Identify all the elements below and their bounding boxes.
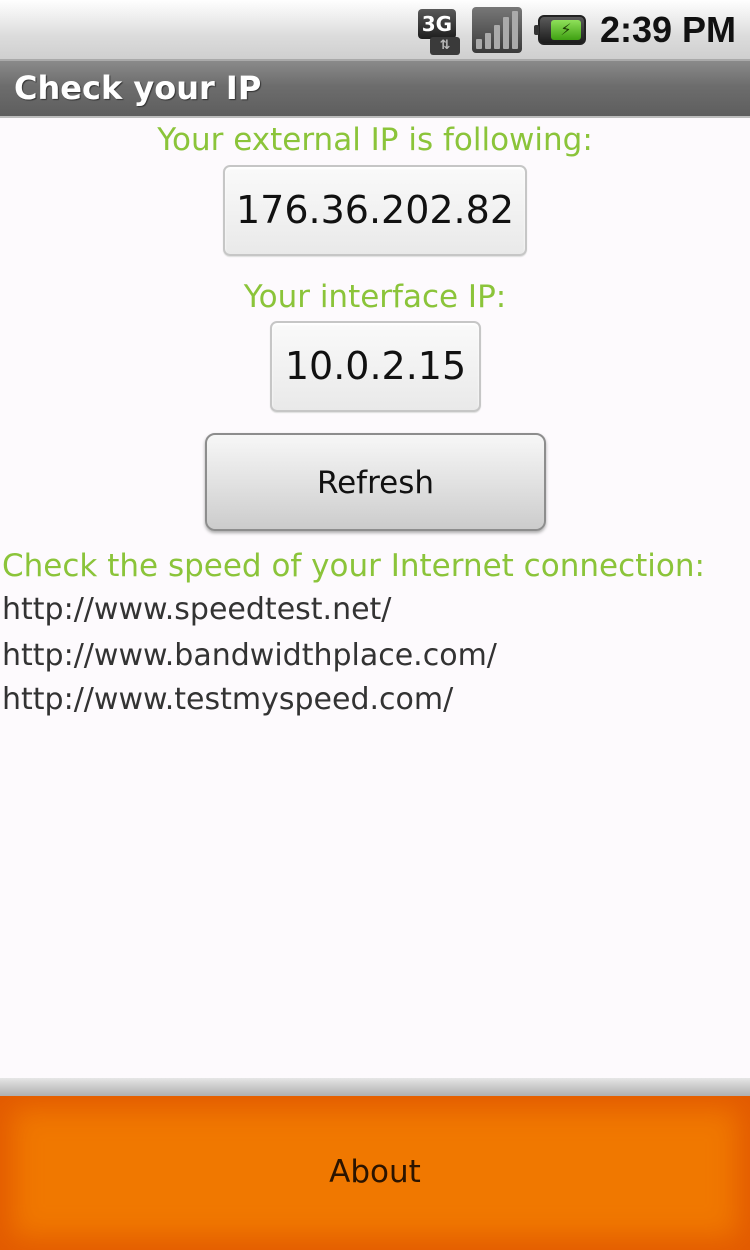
speed-test-heading: Check the speed of your Internet connect…	[2, 548, 705, 584]
about-button[interactable]: About	[0, 1096, 750, 1250]
screen: 3G ⇅ ⚡ 2:39 PM Check your IP Your extern…	[0, 0, 750, 1250]
app-title: Check your IP	[14, 69, 262, 107]
3g-network-icon: 3G ⇅	[417, 7, 464, 55]
bandwidthplace-link[interactable]: http://www.bandwidthplace.com/	[2, 638, 497, 673]
signal-strength-icon	[471, 7, 522, 53]
bottom-divider	[0, 1078, 750, 1098]
interface-ip-label: Your interface IP:	[243, 279, 507, 315]
status-bar: 3G ⇅ ⚡ 2:39 PM	[0, 0, 750, 60]
network-type-label: 3G	[417, 9, 456, 39]
data-activity-icon: ⇅	[429, 37, 460, 55]
external-ip-label: Your external IP is following:	[157, 122, 593, 158]
external-ip-value: 176.36.202.82	[223, 165, 527, 256]
title-bar: Check your IP	[0, 60, 750, 118]
battery-charging-icon: ⚡	[533, 15, 586, 45]
status-clock: 2:39 PM	[599, 9, 736, 50]
testmyspeed-link[interactable]: http://www.testmyspeed.com/	[2, 682, 453, 717]
refresh-button[interactable]: Refresh	[205, 433, 546, 531]
status-icons: 3G ⇅ ⚡ 2:39 PM	[417, 6, 736, 55]
speedtest-link[interactable]: http://www.speedtest.net/	[2, 592, 391, 627]
interface-ip-value: 10.0.2.15	[270, 321, 481, 412]
